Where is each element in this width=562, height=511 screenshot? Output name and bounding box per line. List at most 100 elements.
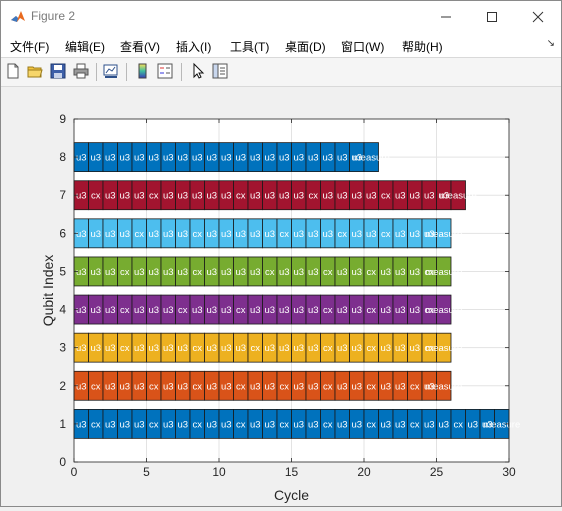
gate-label: cx xyxy=(193,229,203,240)
gate-label: u3 xyxy=(134,267,145,278)
menu-edit[interactable]: 编辑(E) xyxy=(65,38,105,55)
gate-label: u3 xyxy=(293,381,304,392)
y-tick-label: 0 xyxy=(59,455,66,469)
gate-label: u3 xyxy=(221,191,232,202)
gate-label: u3 xyxy=(293,419,304,430)
gate-label: cx xyxy=(381,229,391,240)
gate-label: u3 xyxy=(395,381,406,392)
gate-label: u3 xyxy=(395,229,406,240)
gate-label: u3 xyxy=(163,267,174,278)
pointer-icon[interactable] xyxy=(189,62,207,80)
gate-label: u3 xyxy=(221,343,232,354)
gate-label: u3 xyxy=(177,267,188,278)
gate-label: u3 xyxy=(105,343,116,354)
menu-tools[interactable]: 工具(T) xyxy=(230,38,269,55)
gate-label: u3 xyxy=(134,419,145,430)
menu-desktop[interactable]: 桌面(D) xyxy=(285,38,326,55)
gate-label: u3 xyxy=(293,229,304,240)
title-bar[interactable]: Figure 2 xyxy=(1,1,561,33)
gate-label: u3 xyxy=(148,343,159,354)
menu-help[interactable]: 帮助(H) xyxy=(402,38,443,55)
menu-file[interactable]: 文件(F) xyxy=(10,38,49,55)
gate-label: u3 xyxy=(119,191,130,202)
minimize-button[interactable] xyxy=(423,1,469,33)
figure-window: Figure 2 文件(F) 编辑(E) 查看(V) 插入(I) 工具(T) 桌… xyxy=(0,0,562,507)
gate-label: u3 xyxy=(308,153,319,164)
gate-label: u3 xyxy=(76,419,87,430)
gate-label: u3 xyxy=(395,191,406,202)
gate-label: u3 xyxy=(293,305,304,316)
open-file-icon[interactable] xyxy=(26,62,44,80)
gate-label: u3 xyxy=(351,267,362,278)
new-figure-icon[interactable] xyxy=(4,62,22,80)
gate-label: u3 xyxy=(438,419,449,430)
gate-label: cx xyxy=(236,305,246,316)
gate-label: u3 xyxy=(221,229,232,240)
colorbar-icon[interactable] xyxy=(134,62,152,80)
gate-label: cx xyxy=(149,419,159,430)
x-tick-label: 20 xyxy=(357,465,371,479)
menu-insert[interactable]: 插入(I) xyxy=(176,38,211,55)
property-inspector-icon[interactable] xyxy=(211,62,229,80)
gate-label: u3 xyxy=(90,153,101,164)
gate-label: u3 xyxy=(119,153,130,164)
gate-label: u3 xyxy=(206,419,217,430)
x-tick-label: 5 xyxy=(143,465,150,479)
gate-label: u3 xyxy=(134,153,145,164)
legend-icon[interactable] xyxy=(156,62,174,80)
gate-label: u3 xyxy=(76,229,87,240)
gate-label: u3 xyxy=(148,267,159,278)
gate-label: u3 xyxy=(206,191,217,202)
gate-label: cx xyxy=(323,381,333,392)
gate-label: cx xyxy=(381,191,391,202)
gate-label: u3 xyxy=(235,153,246,164)
gate-label: u3 xyxy=(424,191,435,202)
gate-label: measure xyxy=(440,191,477,202)
gate-label: u3 xyxy=(293,153,304,164)
figure-canvas[interactable]: u3 cx u3 u3 u3 cx u3 u3 cx u3 u3 cx u3 u3 cx u3 u3 cx u3 u3… xyxy=(1,87,561,506)
gate-label: u3 xyxy=(90,305,101,316)
gate-label: measure xyxy=(425,343,462,354)
gate-label: u3 xyxy=(351,191,362,202)
gate-label: u3 xyxy=(177,419,188,430)
gate-label: cx xyxy=(120,267,130,278)
gate-label: u3 xyxy=(322,229,333,240)
gate-label: u3 xyxy=(322,191,333,202)
gate-label: u3 xyxy=(308,267,319,278)
gate-label: u3 xyxy=(163,381,174,392)
gate-label: cx xyxy=(236,419,246,430)
gate-label: u3 xyxy=(221,419,232,430)
gate-label: u3 xyxy=(264,153,275,164)
gate-label: cx xyxy=(280,381,290,392)
gate-label: u3 xyxy=(192,191,203,202)
gate-label: cx xyxy=(251,343,261,354)
link-plot-icon[interactable] xyxy=(102,62,120,80)
gate-label: u3 xyxy=(264,419,275,430)
gate-label: cx xyxy=(120,305,130,316)
maximize-button[interactable] xyxy=(469,1,515,33)
gate-label: u3 xyxy=(395,419,406,430)
gate-label: u3 xyxy=(337,343,348,354)
gate-label: u3 xyxy=(409,191,420,202)
gate-label: u3 xyxy=(105,191,116,202)
gantt-chart[interactable]: u3 cx u3 u3 u3 cx u3 u3 cx u3 u3 cx u3 u3 cx u3 u3 cx u3 u3… xyxy=(1,87,561,506)
menu-view[interactable]: 查看(V) xyxy=(120,38,160,55)
gate-label: cx xyxy=(178,305,188,316)
close-button[interactable] xyxy=(515,1,561,33)
gate-label: measure xyxy=(425,305,462,316)
gate-label: u3 xyxy=(221,267,232,278)
menu-overflow-arrow-icon[interactable]: ↘ xyxy=(547,38,555,49)
save-icon[interactable] xyxy=(49,62,67,80)
menu-window[interactable]: 窗口(W) xyxy=(341,38,384,55)
gate-label: u3 xyxy=(250,267,261,278)
x-tick-label: 15 xyxy=(285,465,299,479)
gate-label: u3 xyxy=(380,343,391,354)
gate-label: cx xyxy=(323,343,333,354)
gate-label: u3 xyxy=(279,267,290,278)
window-title: Figure 2 xyxy=(31,9,76,23)
print-icon[interactable] xyxy=(72,62,90,80)
gate-label: cx xyxy=(149,381,159,392)
gate-label: u3 xyxy=(119,419,130,430)
gate-label: u3 xyxy=(351,229,362,240)
gate-label: u3 xyxy=(250,305,261,316)
